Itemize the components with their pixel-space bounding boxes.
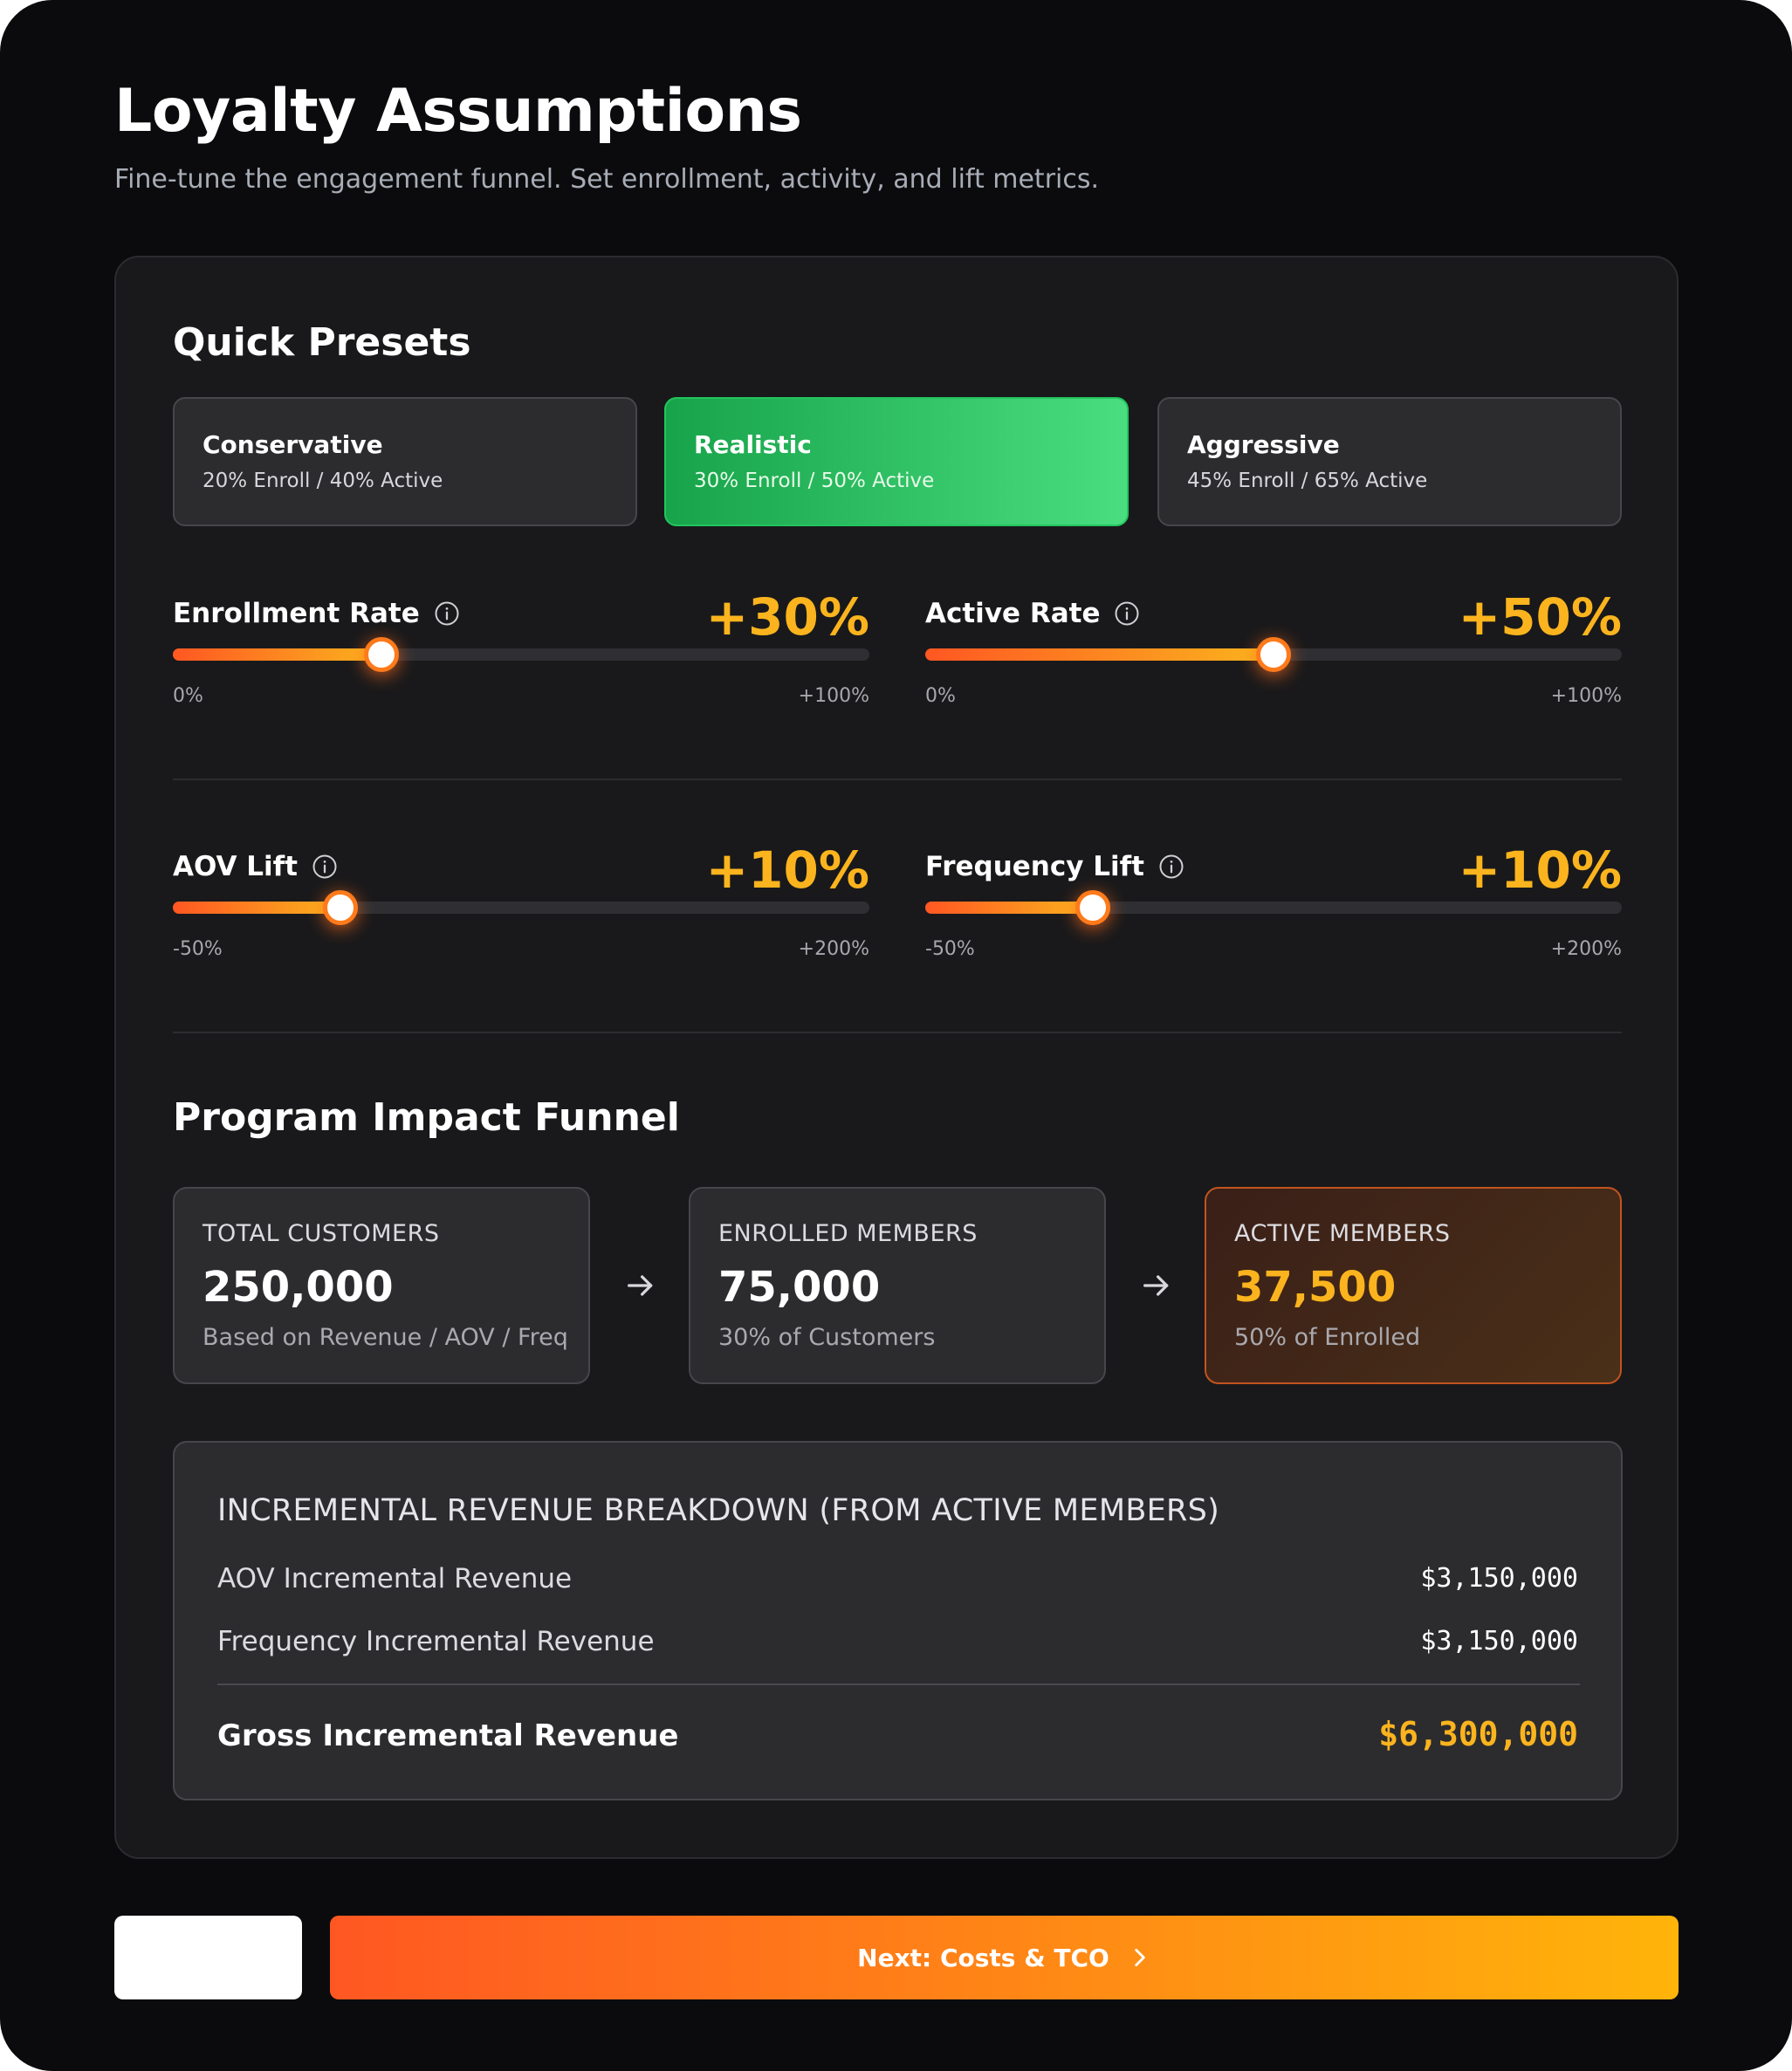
slider-thumb[interactable]: [1256, 637, 1291, 672]
back-button[interactable]: [114, 1916, 302, 1999]
gross-revenue-label: Gross Incremental Revenue: [217, 1718, 679, 1753]
aov-revenue-label: AOV Incremental Revenue: [217, 1563, 573, 1594]
preset-label: Aggressive: [1187, 430, 1340, 459]
slider-max-label: +200%: [1550, 938, 1622, 960]
funnel-value: 37,500: [1234, 1263, 1397, 1312]
funnel-label: ACTIVE MEMBERS: [1234, 1220, 1451, 1247]
slider-label-text: Enrollment Rate: [173, 598, 420, 629]
slider-min-label: -50%: [173, 938, 223, 960]
slider-thumb[interactable]: [322, 890, 358, 925]
slider-value: +10%: [705, 840, 869, 900]
page-subtitle: Fine-tune the engagement funnel. Set enr…: [114, 164, 1100, 195]
slider-track[interactable]: [173, 637, 869, 672]
funnel-label: TOTAL CUSTOMERS: [203, 1220, 440, 1247]
funnel-title: Program Impact Funnel: [173, 1095, 680, 1140]
page-title: Loyalty Assumptions: [114, 77, 802, 146]
slider-fill: [173, 648, 382, 661]
slider-max-label: +100%: [1550, 685, 1622, 707]
slider-label: AOV Lift: [173, 851, 338, 882]
assumptions-card: Quick Presets Conservative 20% Enroll / …: [114, 256, 1679, 1859]
slider-value: +50%: [1458, 587, 1622, 647]
section-divider: [173, 778, 1622, 780]
preset-aggressive[interactable]: Aggressive 45% Enroll / 65% Active: [1157, 397, 1622, 526]
preset-label: Realistic: [694, 430, 812, 459]
funnel-subtext: Based on Revenue / AOV / Freq: [203, 1324, 568, 1351]
slider-label: Active Rate: [925, 598, 1140, 629]
funnel-label: ENROLLED MEMBERS: [718, 1220, 978, 1247]
revenue-breakdown: INCREMENTAL REVENUE BREAKDOWN (FROM ACTI…: [173, 1441, 1623, 1800]
preset-description: 45% Enroll / 65% Active: [1187, 470, 1428, 492]
frequency-lift-slider: Frequency Lift +10% -50% +200%: [925, 840, 1622, 980]
funnel-subtext: 50% of Enrolled: [1234, 1324, 1421, 1351]
breakdown-title: INCREMENTAL REVENUE BREAKDOWN (FROM ACTI…: [217, 1493, 1220, 1528]
app-frame: Loyalty Assumptions Fine-tune the engage…: [0, 0, 1792, 2071]
arrow-right-icon: [1143, 1275, 1169, 1296]
slider-thumb[interactable]: [1075, 890, 1110, 925]
next-button[interactable]: Next: Costs & TCO: [330, 1916, 1679, 1999]
chevron-right-icon: [1135, 1948, 1145, 1967]
slider-value: +10%: [1458, 840, 1622, 900]
next-button-label: Next: Costs & TCO: [857, 1943, 1109, 1972]
enrolled-members-box: ENROLLED MEMBERS 75,000 30% of Customers: [689, 1187, 1106, 1384]
active-rate-slider: Active Rate +50% 0% +100%: [925, 587, 1622, 727]
slider-min-label: 0%: [925, 685, 956, 707]
section-divider: [173, 1032, 1622, 1033]
arrow-right-icon: [628, 1275, 653, 1296]
active-members-box: ACTIVE MEMBERS 37,500 50% of Enrolled: [1205, 1187, 1622, 1384]
slider-max-label: +100%: [798, 685, 869, 707]
slider-max-label: +200%: [798, 938, 869, 960]
breakdown-divider: [217, 1684, 1580, 1685]
preset-label: Conservative: [203, 430, 383, 459]
gross-revenue-value: $6,300,000: [1378, 1715, 1578, 1753]
info-circle-icon[interactable]: [1158, 854, 1184, 880]
frequency-revenue-label: Frequency Incremental Revenue: [217, 1626, 655, 1657]
preset-description: 20% Enroll / 40% Active: [203, 470, 443, 492]
slider-label: Frequency Lift: [925, 851, 1184, 882]
frequency-revenue-value: $3,150,000: [1420, 1626, 1578, 1656]
enrollment-rate-slider: Enrollment Rate +30% 0% +100%: [173, 587, 869, 727]
total-customers-box: TOTAL CUSTOMERS 250,000 Based on Revenue…: [173, 1187, 590, 1384]
slider-fill: [925, 648, 1274, 661]
slider-track[interactable]: [925, 890, 1622, 925]
slider-fill: [925, 902, 1093, 914]
aov-lift-slider: AOV Lift +10% -50% +200%: [173, 840, 869, 980]
slider-label: Enrollment Rate: [173, 598, 460, 629]
preset-description: 30% Enroll / 50% Active: [694, 470, 935, 492]
funnel-value: 250,000: [203, 1263, 394, 1312]
slider-fill: [173, 902, 340, 914]
aov-revenue-value: $3,150,000: [1420, 1563, 1578, 1594]
slider-track[interactable]: [925, 637, 1622, 672]
funnel-value: 75,000: [718, 1263, 881, 1312]
slider-label-text: Active Rate: [925, 598, 1101, 629]
preset-conservative[interactable]: Conservative 20% Enroll / 40% Active: [173, 397, 637, 526]
info-circle-icon[interactable]: [312, 854, 338, 880]
slider-value: +30%: [705, 587, 869, 647]
info-circle-icon[interactable]: [434, 600, 460, 627]
info-circle-icon[interactable]: [1114, 600, 1140, 627]
slider-label-text: AOV Lift: [173, 851, 298, 882]
slider-label-text: Frequency Lift: [925, 851, 1144, 882]
funnel-subtext: 30% of Customers: [718, 1324, 936, 1351]
slider-min-label: 0%: [173, 685, 203, 707]
preset-realistic[interactable]: Realistic 30% Enroll / 50% Active: [664, 397, 1129, 526]
presets-title: Quick Presets: [173, 320, 471, 365]
slider-thumb[interactable]: [364, 637, 400, 672]
slider-min-label: -50%: [925, 938, 975, 960]
slider-track[interactable]: [173, 890, 869, 925]
